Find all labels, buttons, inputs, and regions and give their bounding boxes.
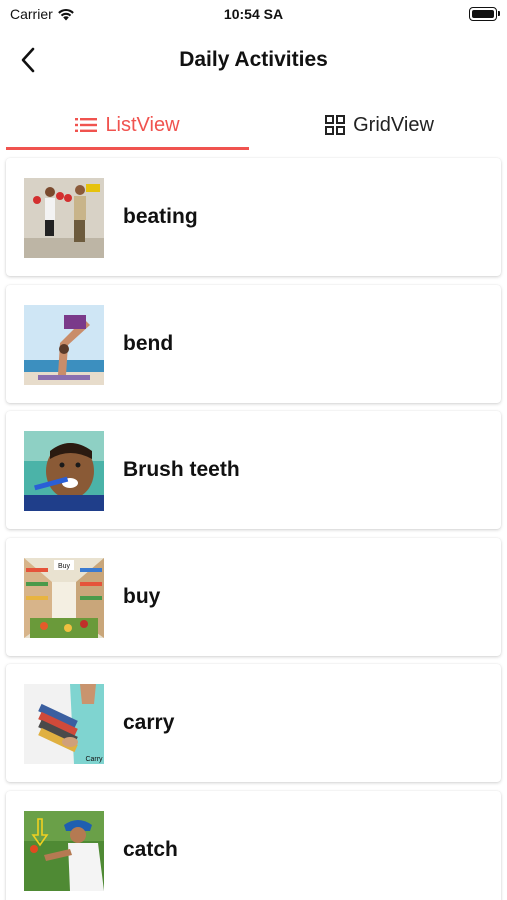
list-item-label: buy: [123, 584, 161, 608]
tab-listview-label: ListView: [105, 113, 180, 136]
carry-image-label: Carry: [85, 756, 103, 763]
list-item-label: carry: [123, 711, 175, 734]
list-item-bend[interactable]: bend: [6, 284, 501, 403]
beating-image: [24, 178, 104, 258]
tab-gridview[interactable]: GridView: [258, 100, 501, 150]
list-item-buy[interactable]: Buy buy: [6, 537, 501, 656]
list-item-beating[interactable]: beating: [6, 158, 501, 276]
list-item-label: catch: [123, 837, 178, 861]
battery-icon: [469, 7, 500, 21]
list-item-brush-teeth[interactable]: Brush teeth: [6, 411, 501, 529]
list-item-label: bend: [123, 331, 174, 355]
carry-image: Carry: [24, 684, 104, 764]
catch-image: [24, 810, 104, 891]
activity-list: beating bend Brush teeth Buy buy Carry c…: [6, 158, 501, 900]
grid-icon: [325, 115, 346, 135]
status-bar: Carrier 10:54 SA: [0, 0, 507, 28]
tab-listview[interactable]: ListView: [6, 100, 249, 150]
bend-image: [24, 304, 104, 385]
list-item-catch[interactable]: catch: [6, 790, 501, 900]
buy-image-label: Buy: [58, 563, 71, 570]
list-item-label: Brush teeth: [123, 458, 240, 481]
buy-image: Buy: [24, 557, 104, 638]
status-time: 10:54 SA: [223, 6, 284, 22]
app-bar: Daily Activities: [0, 36, 507, 86]
tab-gridview-label: GridView: [353, 113, 434, 136]
page-title: Daily Activities: [179, 48, 328, 71]
list-icon: [75, 118, 98, 132]
view-tabs: ListView GridView: [6, 100, 501, 150]
list-item-carry[interactable]: Carry carry: [6, 664, 501, 782]
list-item-label: beating: [123, 205, 198, 228]
brush-teeth-image: [24, 431, 104, 511]
